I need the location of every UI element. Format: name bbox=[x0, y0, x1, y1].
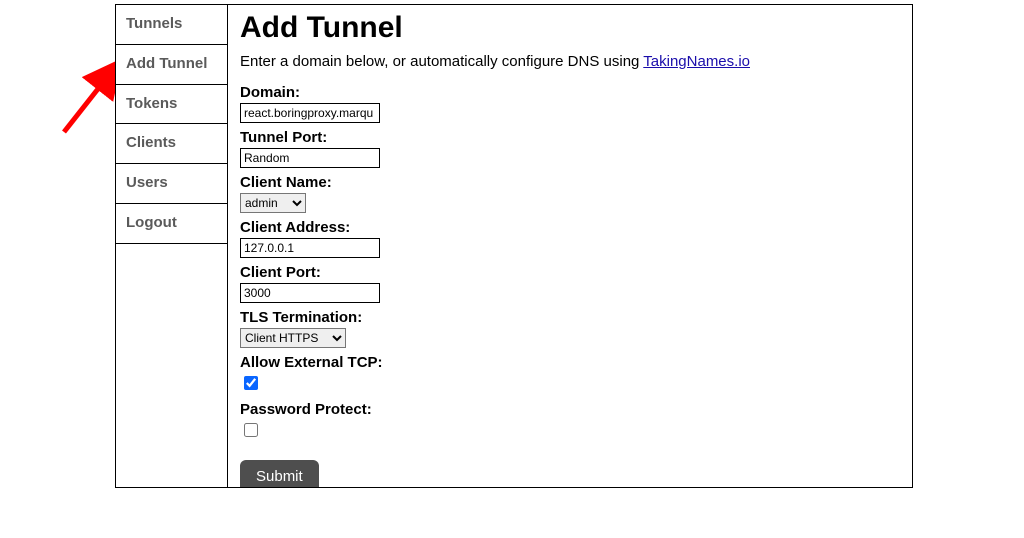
takingnames-link[interactable]: TakingNames.io bbox=[643, 53, 750, 70]
sidebar-item-clients[interactable]: Clients bbox=[116, 124, 227, 164]
tunnel-port-input[interactable] bbox=[240, 148, 380, 168]
sidebar: Tunnels Add Tunnel Tokens Clients Users … bbox=[116, 5, 228, 487]
tls-termination-label: TLS Termination: bbox=[240, 309, 900, 326]
sidebar-item-logout[interactable]: Logout bbox=[116, 204, 227, 244]
app-frame: Tunnels Add Tunnel Tokens Clients Users … bbox=[115, 4, 913, 488]
sidebar-item-users[interactable]: Users bbox=[116, 164, 227, 204]
client-name-label: Client Name: bbox=[240, 174, 900, 191]
tls-termination-select[interactable]: Client HTTPS bbox=[240, 328, 346, 348]
client-port-label: Client Port: bbox=[240, 264, 900, 281]
main-content: Add Tunnel Enter a domain below, or auto… bbox=[228, 5, 912, 487]
intro-prefix: Enter a domain below, or automatically c… bbox=[240, 53, 643, 70]
client-address-input[interactable] bbox=[240, 238, 380, 258]
sidebar-item-tunnels[interactable]: Tunnels bbox=[116, 5, 227, 45]
sidebar-item-tokens[interactable]: Tokens bbox=[116, 85, 227, 125]
client-port-input[interactable] bbox=[240, 283, 380, 303]
client-name-select[interactable]: admin bbox=[240, 193, 306, 213]
client-address-label: Client Address: bbox=[240, 219, 900, 236]
password-protect-label: Password Protect: bbox=[240, 401, 900, 418]
allow-external-tcp-label: Allow External TCP: bbox=[240, 354, 900, 371]
allow-external-tcp-checkbox[interactable] bbox=[244, 376, 258, 390]
domain-label: Domain: bbox=[240, 84, 900, 101]
submit-button[interactable]: Submit bbox=[240, 460, 319, 487]
tunnel-port-label: Tunnel Port: bbox=[240, 129, 900, 146]
domain-input[interactable] bbox=[240, 103, 380, 123]
password-protect-checkbox[interactable] bbox=[244, 423, 258, 437]
page-title: Add Tunnel bbox=[240, 11, 900, 45]
sidebar-item-add-tunnel[interactable]: Add Tunnel bbox=[116, 45, 227, 85]
intro-text: Enter a domain below, or automatically c… bbox=[240, 53, 900, 70]
